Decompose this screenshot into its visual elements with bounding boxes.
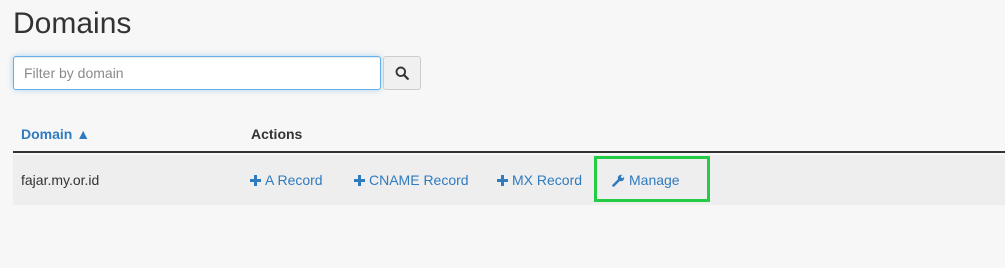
table-row: fajar.my.or.id A Record CNAME Record MX … [13, 155, 1005, 205]
search-button[interactable] [383, 56, 421, 90]
domain-name: fajar.my.or.id [21, 172, 100, 188]
cname-record-label: CNAME Record [369, 172, 469, 188]
plus-icon [250, 174, 261, 186]
search-icon [395, 66, 409, 80]
manage-link[interactable]: Manage [612, 172, 680, 188]
wrench-icon [612, 174, 625, 187]
domain-column-sort[interactable]: Domain ▲ [21, 126, 90, 142]
manage-label: Manage [629, 172, 680, 188]
search-bar [13, 56, 421, 90]
plus-icon [497, 174, 508, 186]
table-header: Domain ▲ Actions [13, 117, 1005, 153]
add-cname-record-link[interactable]: CNAME Record [354, 172, 469, 188]
actions-column-header: Actions [251, 126, 303, 142]
search-input[interactable] [13, 56, 381, 90]
plus-icon [354, 174, 365, 186]
page-title: Domains [13, 7, 132, 40]
add-a-record-link[interactable]: A Record [250, 172, 323, 188]
a-record-label: A Record [265, 172, 323, 188]
mx-record-label: MX Record [512, 172, 583, 188]
add-mx-record-link[interactable]: MX Record [497, 172, 582, 188]
